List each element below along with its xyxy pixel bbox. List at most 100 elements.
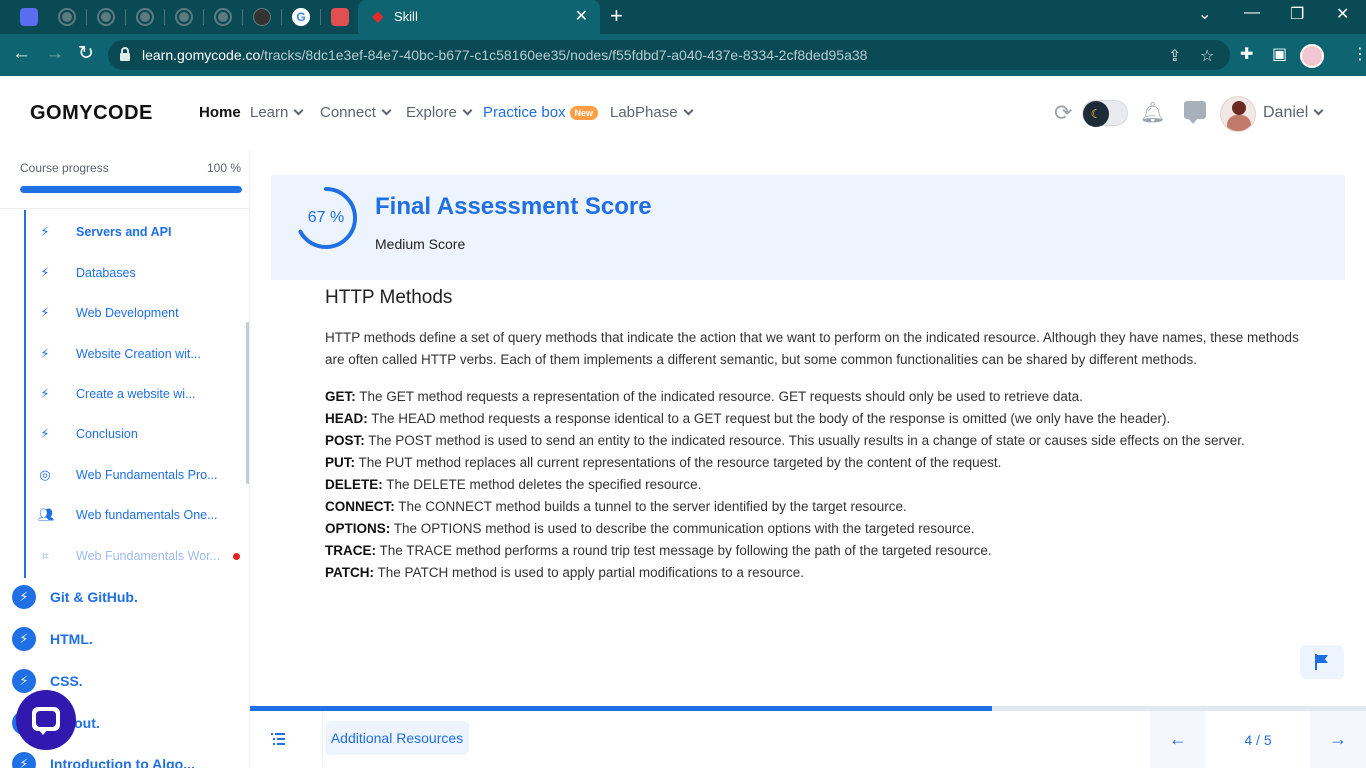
target-icon: ◎ (39, 467, 51, 482)
nav-connect[interactable]: Connect (320, 104, 392, 121)
previous-page-button[interactable]: ← (1150, 711, 1206, 768)
assessment-score-card: 67 % Final Assessment Score Medium Score (271, 175, 1345, 280)
http-method-name: PATCH: (325, 565, 374, 580)
sidebar-module-html[interactable]: ⚡︎ HTML. (12, 626, 93, 652)
sidebar-item-create-a-website[interactable]: ⚡︎ Create a website wi... (38, 384, 248, 404)
sidebar-item-databases[interactable]: ⚡︎ Databases (38, 263, 248, 283)
tab-separator (320, 9, 321, 25)
new-badge: New (569, 106, 599, 121)
course-sidebar: Course progress 100 % ⚡︎ Servers and API … (0, 150, 250, 768)
workshop-icon: ⌗ (41, 548, 49, 563)
http-method-name: POST: (325, 433, 365, 448)
tab-search-chevron-icon[interactable]: ⌄ (1198, 4, 1211, 24)
course-progress-label: Course progress (20, 161, 109, 175)
sidebar-item-website-creation[interactable]: ⚡︎ Website Creation wit... (38, 344, 248, 364)
course-progress-fill (20, 186, 242, 193)
http-method-item: GET: The GET method requests a represent… (325, 386, 1300, 408)
http-method-name: DELETE: (325, 477, 383, 492)
bolt-icon: ⚡︎ (40, 224, 50, 239)
http-method-item: PUT: The PUT method replaces all current… (325, 452, 1300, 474)
tab-separator (164, 9, 165, 25)
bolt-icon: ⚡︎ (40, 386, 50, 401)
outline-list-icon[interactable] (270, 731, 286, 747)
address-bar[interactable]: learn.gomycode.co/tracks/8dc1e3ef-84e7-4… (108, 40, 1230, 70)
sync-icon[interactable]: ⟳ (1054, 100, 1072, 126)
browser-profile-icon[interactable] (1300, 44, 1324, 68)
sidebar-item-web-fundamentals-one[interactable]: 👥︎ Web fundamentals One... (38, 505, 248, 525)
extensions-icon[interactable]: ✚ (1240, 44, 1253, 64)
report-flag-button[interactable] (1300, 645, 1344, 679)
http-methods-list: GET: The GET method requests a represent… (325, 386, 1300, 584)
tab-favicon[interactable] (331, 8, 349, 26)
sidebar-item-web-development[interactable]: ⚡︎ Web Development (38, 303, 248, 323)
nav-learn[interactable]: Learn (250, 104, 304, 121)
flag-icon (1315, 654, 1328, 670)
new-tab-button[interactable]: + (610, 4, 623, 28)
forward-icon[interactable]: → (45, 44, 64, 64)
tab-favicon[interactable] (20, 8, 38, 26)
gomycode-logo[interactable]: GOMYCODE (30, 102, 153, 125)
sidebar-module-git[interactable]: ⚡︎ Git & GitHub. (12, 584, 138, 610)
bolt-icon: ⚡︎ (40, 265, 50, 280)
additional-resources-button[interactable]: Additional Resources (325, 721, 469, 755)
messages-icon[interactable] (1184, 101, 1206, 124)
minimize-icon[interactable]: — (1244, 4, 1260, 22)
chat-bubble-icon (32, 707, 60, 735)
tab-favicon[interactable] (253, 8, 271, 26)
user-menu[interactable]: Daniel (1263, 104, 1324, 122)
nav-home[interactable]: Home (199, 104, 241, 121)
http-method-name: PUT: (325, 455, 355, 470)
sidebar-item-servers-and-api[interactable]: ⚡︎ Servers and API (38, 222, 248, 242)
http-method-item: DELETE: The DELETE method deletes the sp… (325, 474, 1300, 496)
score-percent: 67 % (307, 209, 345, 226)
bolt-icon: ⚡︎ (40, 426, 50, 441)
sidebar-item-web-fundamentals-workshop[interactable]: ⌗ Web Fundamentals Wor... (38, 546, 248, 566)
active-tab[interactable]: ◆ Skill ✕ (358, 0, 600, 34)
chevron-down-icon (462, 105, 473, 116)
tab-favicon[interactable] (214, 8, 232, 26)
menu-dots-icon[interactable]: ⋮ (1352, 44, 1366, 64)
notification-dot (233, 553, 240, 560)
page-indicator: 4 / 5 (1244, 731, 1272, 748)
bolt-icon: ⚡︎ (40, 305, 50, 320)
next-page-button[interactable]: → (1310, 711, 1366, 768)
tab-favicon[interactable] (58, 8, 76, 26)
dark-mode-toggle[interactable]: ☾ (1082, 100, 1128, 127)
live-chat-button[interactable] (16, 690, 76, 750)
tab-favicon[interactable] (97, 8, 115, 26)
side-panel-icon[interactable]: ▣ (1272, 44, 1287, 64)
http-method-name: CONNECT: (325, 499, 395, 514)
bell-icon[interactable]: 🔔︎ (1140, 100, 1165, 125)
tree-line (24, 210, 26, 578)
google-icon[interactable]: G (292, 8, 310, 26)
tab-favicon[interactable] (175, 8, 193, 26)
http-method-description: The POST method is used to send an entit… (364, 433, 1245, 448)
bookmark-star-icon[interactable]: ☆ (1200, 46, 1214, 66)
bolt-icon: ⚡︎ (12, 752, 36, 768)
restore-icon[interactable]: ❐ (1290, 4, 1304, 24)
window-close-icon[interactable]: ✕ (1336, 4, 1349, 24)
lock-icon (120, 47, 130, 61)
http-method-name: HEAD: (325, 411, 368, 426)
url-text[interactable]: learn.gomycode.co/tracks/8dc1e3ef-84e7-4… (142, 47, 867, 63)
tab-separator (125, 9, 126, 25)
sidebar-item-conclusion[interactable]: ⚡︎ Conclusion (38, 424, 248, 444)
tab-favicon[interactable] (136, 8, 154, 26)
share-icon[interactable]: ⇪ (1168, 46, 1181, 66)
score-subtitle: Medium Score (375, 236, 466, 252)
course-progress-value: 100 % (206, 161, 241, 175)
http-method-description: The HEAD method requests a response iden… (367, 411, 1171, 426)
nav-explore[interactable]: Explore (406, 104, 473, 121)
sidebar-item-web-fundamentals-project[interactable]: ◎ Web Fundamentals Pro... (38, 465, 248, 485)
http-method-item: CONNECT: The CONNECT method builds a tun… (325, 496, 1300, 518)
tab-separator (203, 9, 204, 25)
http-method-item: OPTIONS: The OPTIONS method is used to d… (325, 518, 1300, 540)
sidebar-module-algo[interactable]: ⚡︎ Introduction to Algo... (12, 751, 195, 768)
reload-icon[interactable]: ↻ (78, 44, 94, 64)
moon-icon: ☾ (1083, 101, 1109, 127)
back-icon[interactable]: ← (12, 44, 31, 64)
nav-practice-box[interactable]: Practice box New (483, 104, 599, 121)
nav-labphase[interactable]: LabPhase (610, 104, 694, 121)
close-tab-icon[interactable]: ✕ (575, 6, 588, 26)
avatar[interactable] (1220, 96, 1256, 132)
